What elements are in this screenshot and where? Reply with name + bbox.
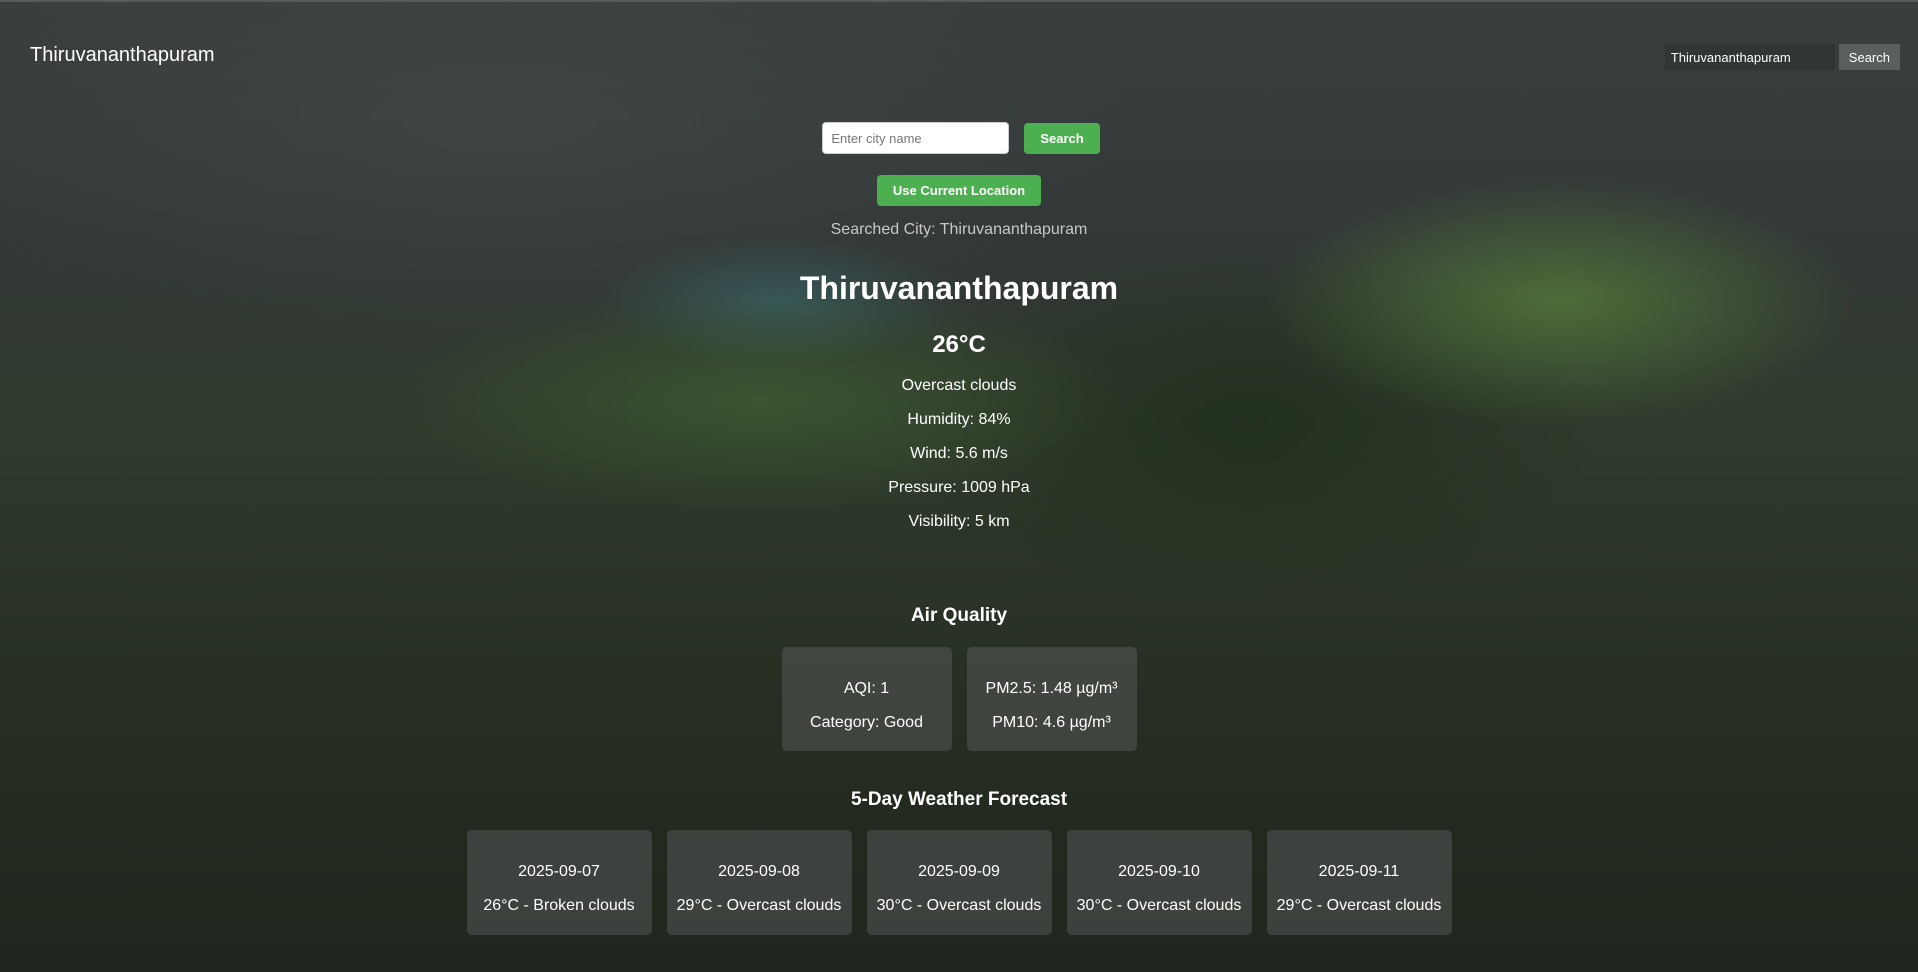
forecast-date: 2025-09-09 (918, 863, 1000, 880)
temperature-value: 26°C (932, 331, 986, 358)
forecast-card: 2025-09-10 30°C - Overcast clouds (1066, 830, 1252, 935)
use-current-location-button[interactable]: Use Current Location (876, 175, 1042, 206)
aqi-value: AQI: 1 (843, 680, 890, 697)
forecast-heading: 5-Day Weather Forecast (850, 789, 1068, 810)
searched-city-label: Searched City: Thiruvananthapuram (830, 221, 1088, 238)
city-search-row: Search (0, 122, 1918, 154)
forecast-summary: 29°C - Overcast clouds (676, 897, 842, 914)
top-border (0, 0, 1918, 2)
forecast-summary: 30°C - Overcast clouds (1076, 897, 1242, 914)
aqi-category: Category: Good (810, 714, 923, 731)
header-search-button[interactable]: Search (1838, 44, 1900, 70)
header-search-input[interactable] (1664, 44, 1835, 70)
wind-value: Wind: 5.6 m/s (910, 445, 1008, 462)
forecast-cards: 2025-09-07 26°C - Broken clouds 2025-09-… (0, 830, 1918, 935)
pressure-value: Pressure: 1009 hPa (888, 479, 1030, 496)
forecast-card: 2025-09-07 26°C - Broken clouds (466, 830, 652, 935)
forecast-summary: 29°C - Overcast clouds (1276, 897, 1442, 914)
forecast-date: 2025-09-10 (1118, 863, 1200, 880)
forecast-summary: 30°C - Overcast clouds (876, 897, 1042, 914)
city-search-button[interactable]: Search (1024, 122, 1100, 154)
aqi-card: AQI: 1 Category: Good (781, 647, 952, 751)
forecast-card: 2025-09-09 30°C - Overcast clouds (866, 830, 1052, 935)
forecast-summary: 26°C - Broken clouds (483, 897, 635, 914)
pm10-value: PM10: 4.6 µg/m³ (992, 714, 1111, 731)
forecast-card: 2025-09-11 29°C - Overcast clouds (1266, 830, 1452, 935)
forecast-date: 2025-09-08 (718, 863, 800, 880)
forecast-card: 2025-09-08 29°C - Overcast clouds (666, 830, 852, 935)
humidity-value: Humidity: 84% (907, 411, 1011, 428)
visibility-value: Visibility: 5 km (908, 513, 1010, 530)
city-name-heading: Thiruvananthapuram (799, 270, 1119, 306)
city-search-input[interactable] (822, 122, 1010, 154)
forecast-date: 2025-09-11 (1318, 863, 1400, 880)
header-search-bar: Search (1664, 44, 1900, 70)
pm25-value: PM2.5: 1.48 µg/m³ (985, 680, 1118, 697)
forecast-date: 2025-09-07 (518, 863, 600, 880)
pollutant-card: PM2.5: 1.48 µg/m³ PM10: 4.6 µg/m³ (966, 647, 1137, 751)
location-row: Use Current Location (0, 175, 1918, 206)
weather-description: Overcast clouds (901, 377, 1017, 394)
air-quality-cards: AQI: 1 Category: Good PM2.5: 1.48 µg/m³ … (0, 647, 1918, 751)
header-title: Thiruvananthapuram (30, 44, 215, 66)
air-quality-heading: Air Quality (910, 605, 1008, 626)
